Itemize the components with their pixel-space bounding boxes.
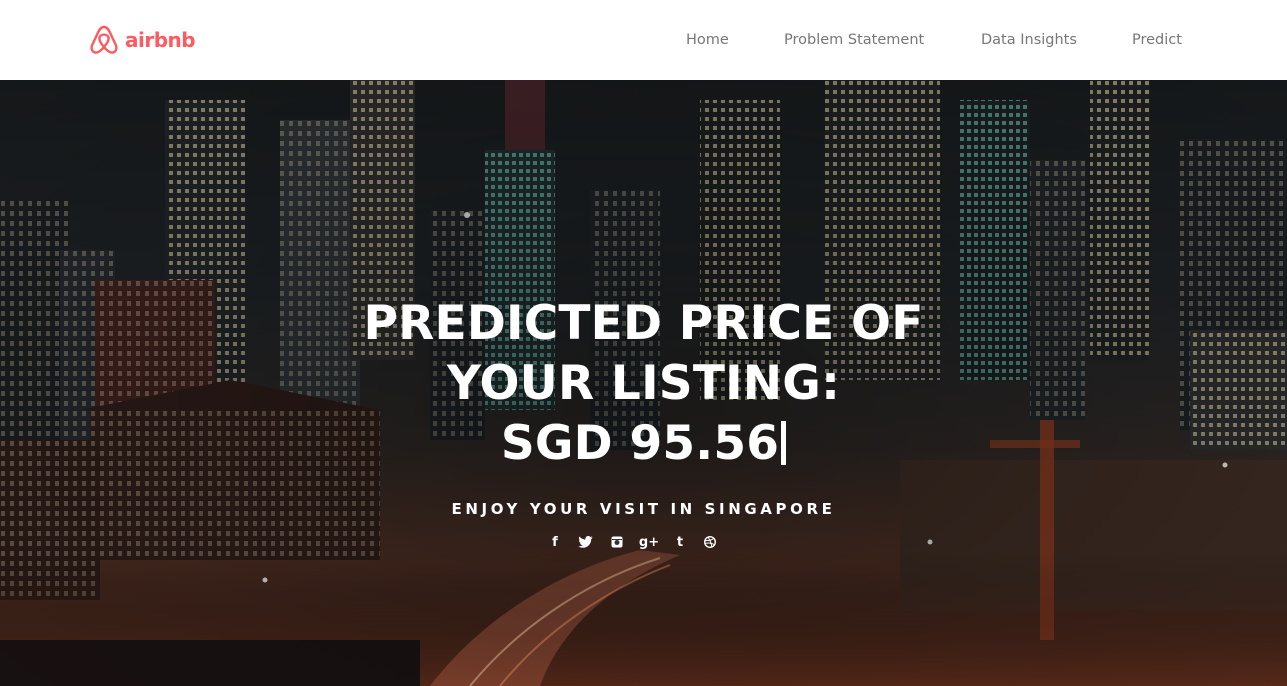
social-links: f g+ t — [546, 533, 722, 551]
headline-line2: YOUR LISTING: — [446, 356, 841, 411]
dribbble-icon[interactable] — [701, 533, 719, 551]
top-navbar: airbnb Home Problem Statement Data Insig… — [0, 0, 1287, 80]
brand-wordmark: airbnb — [125, 28, 196, 52]
nav-predict-link[interactable]: Predict — [1132, 32, 1182, 48]
predicted-price-value: SGD 95.56 — [500, 416, 780, 471]
hero-section: PREDICTED PRICE OF YOUR LISTING: SGD 95.… — [0, 80, 1287, 686]
facebook-icon[interactable]: f — [546, 533, 564, 551]
tumblr-icon[interactable]: t — [671, 533, 689, 551]
hero-subtitle: ENJOY YOUR VISIT IN SINGAPORE — [451, 500, 836, 518]
predicted-price: SGD 95.56 — [0, 414, 1287, 474]
headline-line1: PREDICTED PRICE OF — [363, 296, 924, 351]
nav-problem-statement-link[interactable]: Problem Statement — [784, 32, 924, 48]
nav-data-insights-link[interactable]: Data Insights — [981, 32, 1077, 48]
instagram-icon[interactable] — [608, 533, 626, 551]
google-plus-icon[interactable]: g+ — [639, 533, 659, 551]
airbnb-belo-icon — [89, 24, 119, 56]
twitter-icon[interactable] — [576, 533, 594, 551]
typing-cursor — [781, 421, 787, 465]
nav-home-link[interactable]: Home — [686, 32, 729, 48]
brand-logo[interactable]: airbnb — [89, 24, 196, 56]
